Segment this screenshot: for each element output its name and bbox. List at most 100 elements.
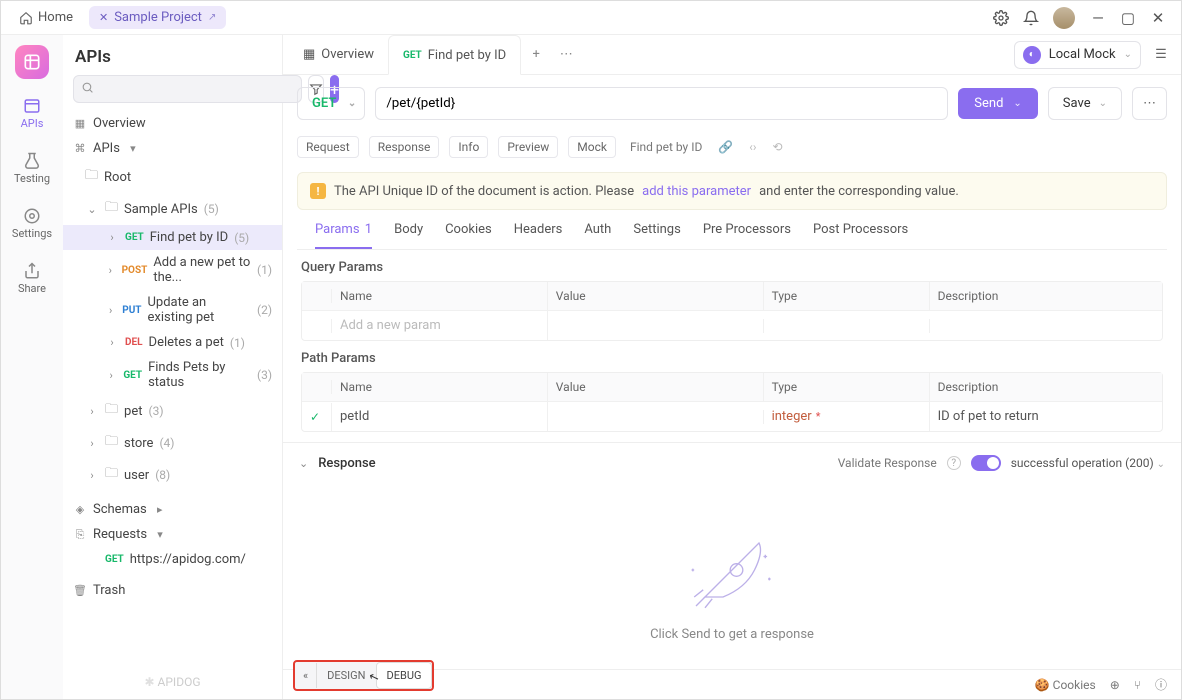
- home-tab[interactable]: Home: [9, 6, 83, 29]
- chevron-right-icon[interactable]: ›: [105, 231, 119, 244]
- sidebar-apis[interactable]: ⌘ APIs ▾: [63, 136, 282, 161]
- api-item-0[interactable]: › GET Find pet by ID (5): [63, 225, 282, 250]
- method-select[interactable]: GET ⌄: [297, 87, 365, 120]
- folder-label: pet: [124, 404, 142, 419]
- api-item-2[interactable]: › PUT Update an existing pet (2): [63, 290, 282, 330]
- window-minimize-icon[interactable]: —: [1083, 9, 1113, 27]
- chevron-right-icon[interactable]: ›: [105, 304, 116, 317]
- save-button[interactable]: Save ⌄: [1048, 87, 1122, 120]
- paramtab-post[interactable]: Post Processors: [813, 222, 908, 249]
- subtab-request[interactable]: Request: [297, 136, 359, 158]
- bell-icon[interactable]: [1023, 10, 1053, 26]
- folder-root[interactable]: 🗀 Root: [63, 161, 282, 193]
- statusbar-branch-icon[interactable]: ⑂: [1134, 678, 1141, 692]
- send-button[interactable]: Send ⌄: [958, 88, 1038, 119]
- close-icon[interactable]: ✕: [99, 11, 108, 24]
- code-icon[interactable]: ‹›: [749, 140, 756, 154]
- path-name[interactable]: petId: [332, 402, 548, 431]
- sidebar-requests-label: Requests: [93, 527, 147, 542]
- sidebar-requests[interactable]: ⎘ Requests ▾: [63, 522, 282, 547]
- sidebar-schemas[interactable]: ◈ Schemas ▸: [63, 497, 282, 522]
- nav-settings[interactable]: Settings: [8, 203, 56, 244]
- rocket-icon: [677, 525, 787, 615]
- mode-debug[interactable]: DEBUG: [376, 662, 433, 689]
- breadcrumb: Find pet by ID: [630, 140, 702, 154]
- nav-testing-label: Testing: [14, 172, 50, 185]
- overview-icon: ▦: [303, 47, 315, 62]
- subtab-preview[interactable]: Preview: [498, 136, 558, 158]
- banner-link[interactable]: add this parameter: [642, 184, 751, 199]
- paramtab-auth[interactable]: Auth: [584, 222, 611, 249]
- tab-overview[interactable]: ▦ Overview: [289, 35, 388, 75]
- more-button[interactable]: ⋯: [1132, 87, 1167, 120]
- tab-add-button[interactable]: +: [521, 47, 551, 62]
- statusbar-add-icon[interactable]: ⊕: [1110, 678, 1120, 692]
- search-input[interactable]: [73, 75, 302, 103]
- chevron-right-icon[interactable]: ›: [85, 469, 99, 482]
- chevron-right-icon[interactable]: ›: [105, 264, 116, 277]
- api-item-count: (2): [257, 303, 272, 317]
- paramtab-pre[interactable]: Pre Processors: [703, 222, 791, 249]
- folder-pet[interactable]: › 🗀 pet (3): [63, 395, 282, 427]
- request-item-0[interactable]: GET https://apidog.com/: [63, 547, 282, 572]
- response-status-select[interactable]: successful operation (200) ⌄: [1011, 456, 1165, 470]
- subtab-info[interactable]: Info: [449, 136, 488, 158]
- validate-toggle[interactable]: [971, 455, 1001, 471]
- nav-apis[interactable]: APIs: [8, 93, 56, 134]
- help-icon[interactable]: ?: [947, 456, 961, 470]
- api-item-1[interactable]: › POST Add a new pet to the... (1): [63, 250, 282, 290]
- tab-current[interactable]: GET Find pet by ID: [388, 35, 521, 75]
- chevron-right-icon[interactable]: ›: [85, 405, 99, 418]
- path-type[interactable]: integer: [772, 409, 812, 424]
- path-value[interactable]: [548, 410, 764, 424]
- paramtab-cookies[interactable]: Cookies: [445, 222, 492, 249]
- paramtab-body[interactable]: Body: [394, 222, 423, 249]
- chevron-right-icon[interactable]: ›: [105, 369, 117, 382]
- link-icon[interactable]: 🔗: [718, 140, 733, 154]
- environment-selector[interactable]: ◐ Local Mock ⌄: [1014, 41, 1141, 69]
- check-icon[interactable]: ✓: [302, 403, 332, 431]
- api-item-count: (5): [234, 231, 249, 245]
- api-item-3[interactable]: › DEL Deletes a pet (1): [63, 330, 282, 355]
- collapse-icon[interactable]: ⌄: [299, 457, 308, 470]
- nav-share[interactable]: Share: [8, 258, 56, 299]
- collapse-sidebar-button[interactable]: «: [295, 663, 317, 688]
- refresh-icon[interactable]: ⟲: [773, 140, 783, 154]
- folder-user[interactable]: › 🗀 user (8): [63, 459, 282, 491]
- env-label: Local Mock: [1049, 47, 1116, 62]
- sidebar-overview[interactable]: ▦ Overview: [63, 111, 282, 136]
- gear-icon[interactable]: [993, 10, 1023, 26]
- folder-label: user: [124, 468, 149, 483]
- panel-menu-button[interactable]: ☰: [1147, 47, 1175, 62]
- subtab-mock[interactable]: Mock: [568, 136, 616, 158]
- query-new-row[interactable]: Add a new param: [302, 310, 1162, 340]
- nav-testing[interactable]: Testing: [8, 148, 56, 189]
- folder-icon: 🗀: [105, 400, 118, 422]
- mode-design[interactable]: DESIGN: [317, 663, 375, 688]
- tab-more-button[interactable]: ⋯: [551, 47, 581, 62]
- path-row-0[interactable]: ✓ petId integer* ID of pet to return: [302, 401, 1162, 431]
- folder-sample-label: Sample APIs: [124, 202, 198, 217]
- api-item-4[interactable]: › GET Finds Pets by status (3): [63, 355, 282, 395]
- save-label: Save: [1063, 96, 1091, 111]
- sidebar-trash[interactable]: 🗑 Trash: [63, 578, 282, 603]
- chevron-down-icon[interactable]: ⌄: [85, 203, 99, 216]
- chevron-right-icon[interactable]: ›: [105, 336, 119, 349]
- cookies-button[interactable]: 🍪 Cookies: [1035, 678, 1096, 692]
- chevron-right-icon[interactable]: ›: [85, 437, 99, 450]
- path-desc[interactable]: ID of pet to return: [930, 402, 1162, 431]
- folder-sample-apis[interactable]: ⌄ 🗀 Sample APIs (5): [63, 193, 282, 225]
- folder-store[interactable]: › 🗀 store (4): [63, 427, 282, 459]
- new-param-placeholder[interactable]: Add a new param: [332, 311, 548, 340]
- subtab-response[interactable]: Response: [369, 136, 440, 158]
- statusbar-help-icon[interactable]: ⓘ: [1155, 676, 1167, 693]
- request-item-label: https://apidog.com/: [130, 552, 246, 567]
- project-tab[interactable]: ✕ Sample Project ↗: [89, 6, 226, 29]
- paramtab-headers[interactable]: Headers: [514, 222, 563, 249]
- window-maximize-icon[interactable]: ▢: [1113, 9, 1143, 27]
- url-input[interactable]: [375, 87, 948, 120]
- paramtab-params[interactable]: Params 1: [315, 222, 372, 249]
- paramtab-settings[interactable]: Settings: [633, 222, 680, 249]
- avatar[interactable]: [1053, 7, 1083, 29]
- window-close-icon[interactable]: ✕: [1143, 9, 1173, 27]
